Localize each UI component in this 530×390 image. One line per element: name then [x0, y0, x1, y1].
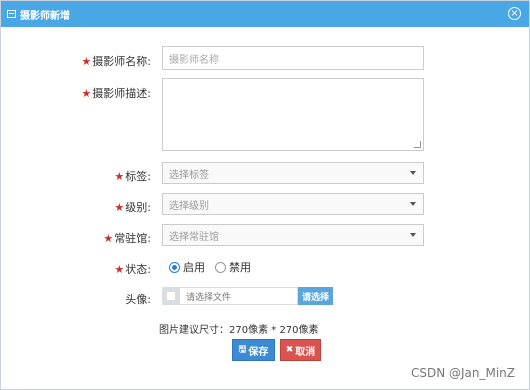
image-icon — [162, 287, 180, 305]
required-star: ★ — [114, 201, 125, 214]
required-star: ★ — [81, 87, 92, 100]
radio-unchecked-icon — [215, 261, 226, 273]
window-icon — [7, 10, 16, 18]
status-enabled-label: 启用 — [183, 261, 205, 274]
avatar-label-wrap: 头像: — [1, 291, 151, 307]
photographer-add-dialog: 摄影师新增 × ★摄影师名称: 摄影师名称 ★摄影师描述: ★标签: 选择标签 … — [0, 0, 530, 390]
level-select[interactable]: 选择级别 — [162, 193, 424, 215]
chevron-down-icon — [410, 171, 416, 175]
watermark: CSDN @Jan_MinZ — [410, 366, 515, 380]
avatar-file-input[interactable]: 请选择文件 — [180, 287, 298, 305]
name-input[interactable]: 摄影师名称 — [162, 46, 424, 70]
dialog-title: 摄影师新增 — [20, 10, 70, 22]
description-textarea[interactable] — [162, 78, 424, 151]
chevron-down-icon — [410, 202, 416, 206]
name-label-wrap: ★摄影师名称: — [1, 53, 151, 69]
close-icon[interactable]: × — [508, 7, 521, 20]
dialog-titlebar: 摄影师新增 × — [1, 1, 529, 27]
venue-label-wrap: ★常驻馆: — [1, 230, 151, 246]
status-radio-group: 启用 禁用 — [169, 259, 261, 275]
cancel-label: 取消 — [295, 346, 316, 358]
choose-file-button[interactable]: 请选择 — [298, 287, 333, 305]
description-label-wrap: ★摄影师描述: — [1, 85, 151, 101]
level-label-wrap: ★级别: — [1, 199, 151, 215]
level-label: 级别: — [125, 201, 151, 214]
required-star: ★ — [114, 170, 125, 183]
required-star: ★ — [81, 55, 92, 68]
chevron-down-icon — [410, 233, 416, 237]
status-disabled-label: 禁用 — [229, 261, 251, 274]
avatar-file-picker[interactable]: 请选择文件 请选择 — [162, 287, 333, 305]
tags-select-value: 选择标签 — [169, 169, 209, 181]
tags-select[interactable]: 选择标签 — [162, 162, 424, 184]
tags-label-wrap: ★标签: — [1, 168, 151, 184]
status-disabled-radio[interactable]: 禁用 — [215, 259, 251, 275]
avatar-label: 头像: — [125, 293, 151, 306]
floppy-disk-icon: 🖫 — [238, 345, 247, 355]
name-label: 摄影师名称: — [92, 55, 151, 68]
save-button[interactable]: 🖫 保存 — [232, 339, 275, 361]
tags-label: 标签: — [125, 170, 151, 183]
x-icon: ✖ — [285, 345, 294, 355]
resize-grip-icon[interactable] — [414, 141, 421, 148]
venue-label: 常驻馆: — [114, 232, 151, 245]
status-label-wrap: ★状态: — [1, 261, 151, 277]
venue-select-value: 选择常驻馆 — [169, 231, 219, 243]
level-select-value: 选择级别 — [169, 200, 209, 212]
required-star: ★ — [114, 263, 125, 276]
status-enabled-radio[interactable]: 启用 — [169, 259, 205, 275]
status-label: 状态: — [125, 263, 151, 276]
required-star: ★ — [103, 232, 114, 245]
name-placeholder: 摄影师名称 — [169, 54, 219, 66]
description-label: 摄影师描述: — [92, 87, 151, 100]
cancel-button[interactable]: ✖ 取消 — [280, 339, 321, 361]
radio-checked-icon — [169, 261, 180, 273]
save-label: 保存 — [248, 346, 269, 358]
image-size-hint: 图片建议尺寸：270像素 * 270像素 — [159, 325, 319, 336]
venue-select[interactable]: 选择常驻馆 — [162, 224, 424, 246]
